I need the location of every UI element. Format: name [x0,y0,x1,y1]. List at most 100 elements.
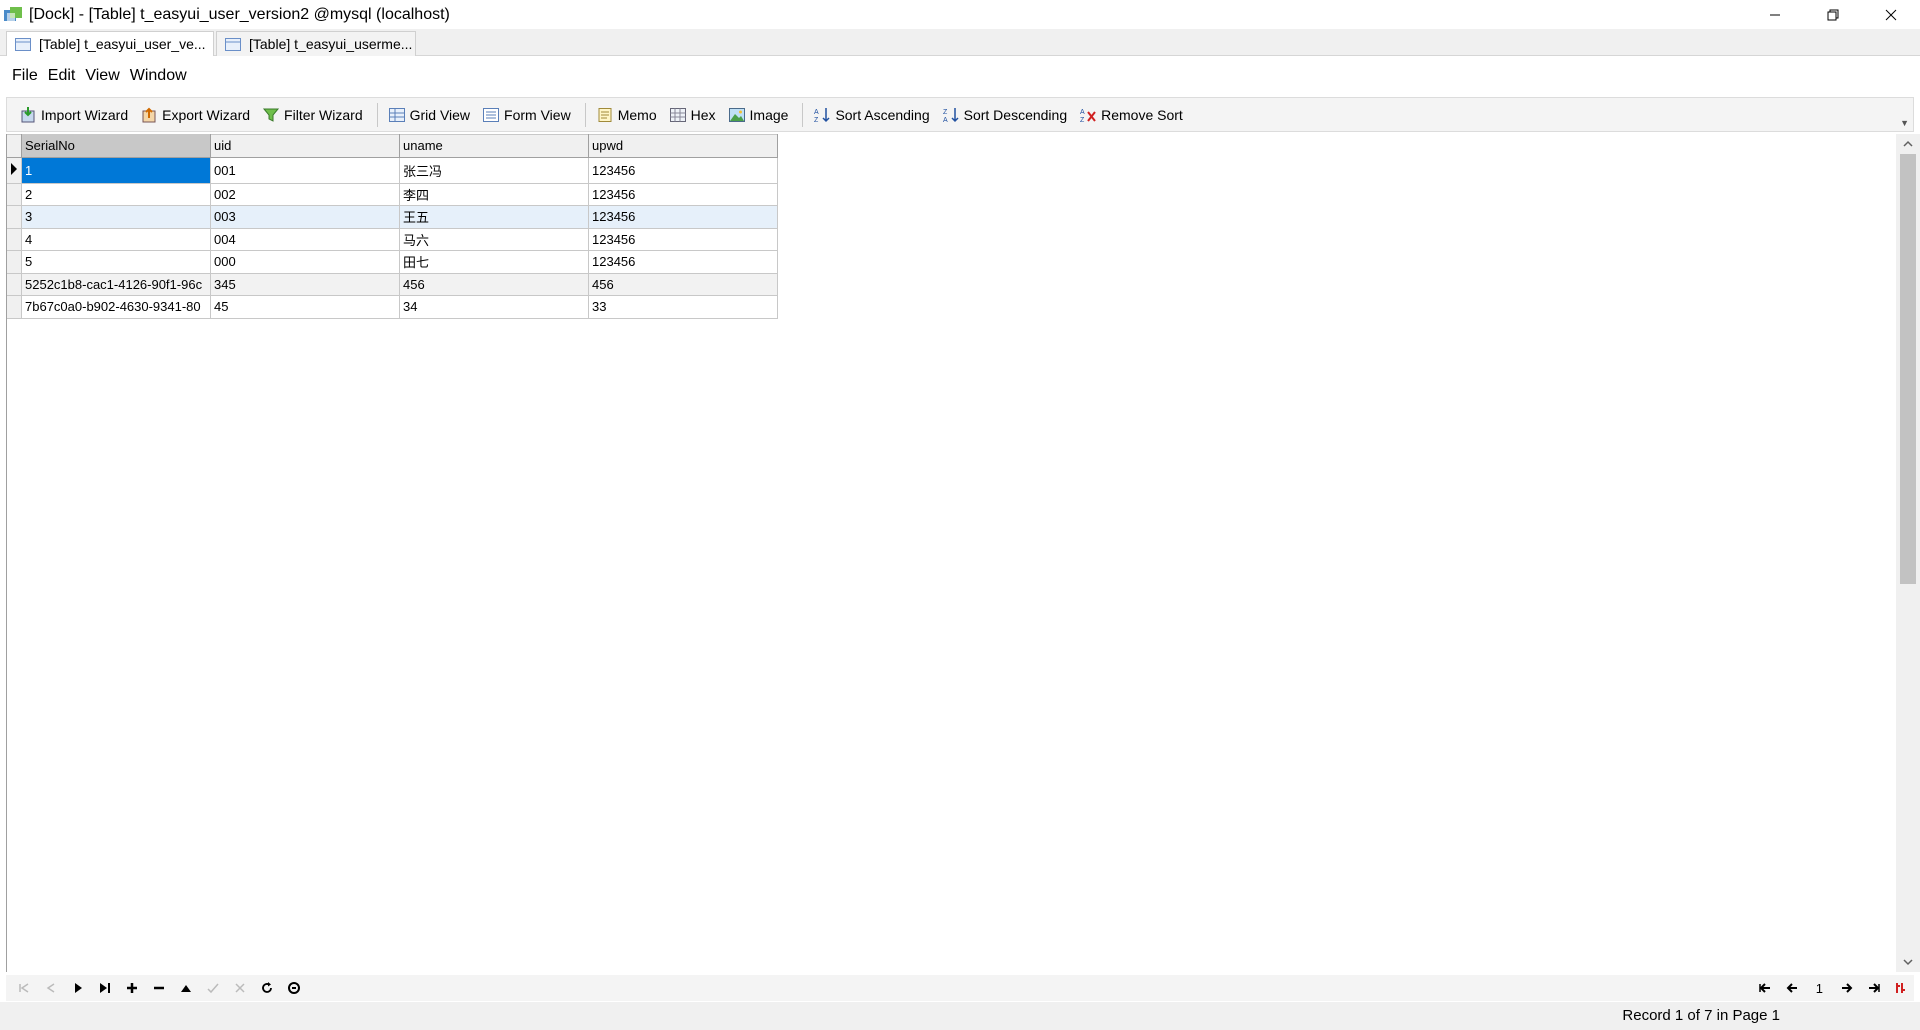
refresh-button[interactable] [253,977,280,999]
table-row[interactable]: 2 002 李四 123456 [7,182,778,206]
table-row[interactable]: 3 003 王五 123456 [7,205,778,229]
form-view-button[interactable]: Form View [478,101,575,129]
cell-upwd[interactable]: 123456 [588,205,778,229]
cell-uid[interactable]: 003 [210,205,400,229]
post-edit-button[interactable] [199,977,226,999]
table-row[interactable]: 5252c1b8-cac1-4126-90f1-96c 345 456 456 [7,272,778,296]
svg-text:Z: Z [1080,117,1085,124]
edit-record-button[interactable] [172,977,199,999]
prior-record-button[interactable] [37,977,64,999]
row-indicator [7,182,22,206]
menu-window[interactable]: Window [130,67,187,85]
grid-view-button[interactable]: Grid View [384,101,474,129]
remove-sort-button[interactable]: AZ Remove Sort [1075,101,1187,129]
table-row[interactable]: 7b67c0a0-b902-4630-9341-80 45 34 33 [7,295,778,319]
export-wizard-button[interactable]: Export Wizard [136,101,254,129]
plus-icon [126,983,137,993]
delete-record-button[interactable] [145,977,172,999]
form-view-label: Form View [504,106,571,123]
toolbar-separator [376,102,378,127]
remove-sort-label: Remove Sort [1101,106,1183,123]
cell-uid[interactable]: 345 [210,272,400,296]
tab-label: [Table] t_easyui_user_ve... [39,36,206,52]
column-header-serialno[interactable]: SerialNo [21,134,211,158]
cell-serialno[interactable]: 3 [21,205,211,229]
first-page-button[interactable] [1752,977,1779,999]
cell-serialno[interactable]: 7b67c0a0-b902-4630-9341-80 [21,295,211,319]
sort-ascending-button[interactable]: AZ Sort Ascending [809,101,933,129]
cell-upwd[interactable]: 456 [588,272,778,296]
cell-uname[interactable]: 456 [399,272,589,296]
form-view-icon [483,107,500,122]
page-settings-button[interactable] [1887,977,1914,999]
cell-upwd[interactable]: 123456 [588,182,778,206]
cell-uid[interactable]: 000 [210,250,400,274]
cell-upwd[interactable]: 123456 [588,250,778,274]
menu-file[interactable]: File [12,67,38,85]
memo-button[interactable]: Memo [592,101,661,129]
table-row[interactable]: 5 000 田七 123456 [7,250,778,274]
toolbar-separator [584,102,586,127]
table-icon [225,37,241,51]
minimize-button[interactable] [1746,0,1804,29]
column-header-uid[interactable]: uid [210,134,400,158]
hex-button[interactable]: Hex [665,101,720,129]
cell-serialno[interactable]: 2 [21,182,211,206]
minimize-icon [1770,14,1780,15]
scroll-up-icon[interactable] [1902,138,1914,150]
tab-table-usermessage[interactable]: [Table] t_easyui_userme... [216,31,416,56]
next-record-button[interactable] [64,977,91,999]
menu-view[interactable]: View [85,67,119,85]
cell-uid[interactable]: 002 [210,182,400,206]
cell-uname[interactable]: 34 [399,295,589,319]
cancel-icon [234,983,245,993]
scroll-down-icon[interactable] [1902,956,1914,968]
close-button[interactable] [1862,0,1920,29]
filter-wizard-button[interactable]: Filter Wizard [258,101,367,129]
column-header-upwd[interactable]: upwd [588,134,778,158]
cell-uid[interactable]: 004 [210,227,400,251]
cell-uname[interactable]: 李四 [399,182,589,206]
table-row[interactable]: 1 001 张三冯 123456 [7,156,778,184]
table-icon [15,37,31,51]
import-wizard-button[interactable]: Import Wizard [15,101,132,129]
check-icon [206,983,219,994]
cell-serialno[interactable]: 5252c1b8-cac1-4126-90f1-96c [21,272,211,296]
column-header-uname[interactable]: uname [399,134,589,158]
toolbar-separator [802,102,804,127]
cancel-edit-button[interactable] [226,977,253,999]
cell-serialno[interactable]: 1 [21,156,211,184]
menu-edit[interactable]: Edit [48,67,76,85]
cell-upwd[interactable]: 123456 [588,156,778,184]
cell-uid[interactable]: 001 [210,156,400,184]
cell-upwd[interactable]: 33 [588,295,778,319]
stop-button[interactable] [280,977,307,999]
import-icon [21,106,35,122]
toolbar-overflow-icon[interactable]: ▼ [1900,118,1909,128]
cell-serialno[interactable]: 5 [21,250,211,274]
cell-upwd[interactable]: 123456 [588,227,778,251]
tab-table-user-version2[interactable]: [Table] t_easyui_user_ve... [6,31,214,56]
records-table: SerialNo uid uname upwd 1 001 张三冯 123456… [7,134,778,319]
cell-uid[interactable]: 45 [210,295,400,319]
restore-button[interactable] [1804,0,1862,29]
cell-uname[interactable]: 张三冯 [399,156,589,184]
page-number[interactable]: 1 [1816,981,1823,996]
sort-descending-button[interactable]: ZA Sort Descending [938,101,1072,129]
hex-label: Hex [690,106,716,123]
cell-uname[interactable]: 王五 [399,205,589,229]
last-page-button[interactable] [1860,977,1887,999]
cell-uname[interactable]: 田七 [399,250,589,274]
cell-uname[interactable]: 马六 [399,227,589,251]
add-record-button[interactable] [118,977,145,999]
vertical-scrollbar[interactable] [1896,134,1920,972]
prior-page-button[interactable] [1779,977,1806,999]
scrollbar-thumb[interactable] [1900,154,1916,584]
last-record-button[interactable] [91,977,118,999]
first-record-button[interactable] [10,977,37,999]
cell-serialno[interactable]: 4 [21,227,211,251]
next-page-button[interactable] [1833,977,1860,999]
image-button[interactable]: Image [724,101,793,129]
export-icon [142,107,156,122]
table-row[interactable]: 4 004 马六 123456 [7,227,778,251]
